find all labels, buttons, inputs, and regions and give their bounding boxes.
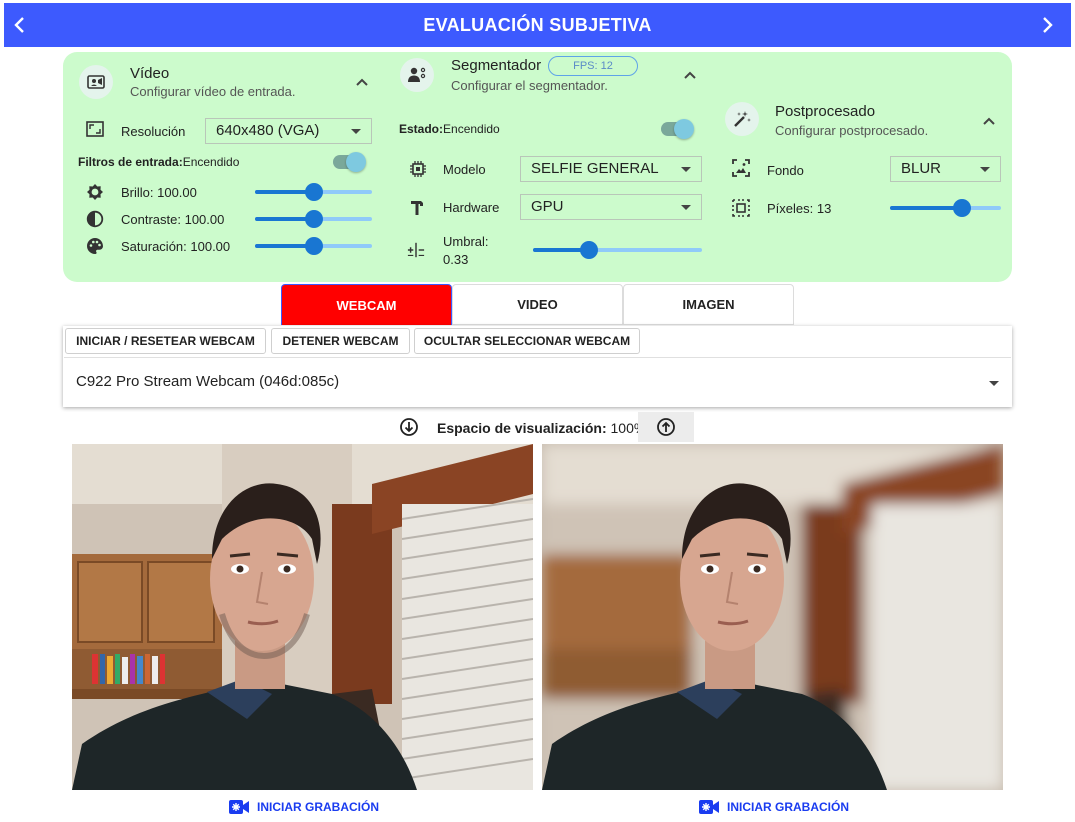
segmenter-icon xyxy=(400,58,434,92)
filters-status: Filtros de entrada:Encendido xyxy=(78,155,239,169)
start-recording-left-button[interactable]: INICIAR GRABACIÓN xyxy=(229,799,379,815)
dropdown-arrow-icon xyxy=(681,167,691,172)
model-value: SELFIE GENERAL xyxy=(531,160,659,177)
model-select[interactable]: SELFIE GENERAL xyxy=(520,156,702,182)
start-recording-right-label: INICIAR GRABACIÓN xyxy=(727,800,849,814)
dropdown-arrow-icon xyxy=(351,129,361,134)
pixels-label: Píxeles: 13 xyxy=(767,201,832,216)
config-panel: Vídeo Configurar vídeo de entrada. Resol… xyxy=(63,52,1012,282)
start-reset-webcam-button[interactable]: INICIAR / RESETEAR WEBCAM xyxy=(65,328,266,354)
segmenter-section-subtitle: Configurar el segmentador. xyxy=(451,78,608,93)
slider-thumb[interactable] xyxy=(304,210,323,228)
background-label: Fondo xyxy=(767,163,804,178)
hardware-select[interactable]: GPU xyxy=(520,194,702,220)
arrow-up-circle-icon xyxy=(657,418,675,436)
hide-select-webcam-button[interactable]: OCULTAR SELECCIONAR WEBCAM xyxy=(414,328,640,354)
pixels-slider[interactable] xyxy=(890,199,1001,217)
chevron-right-icon[interactable] xyxy=(1033,11,1061,39)
zoom-out-button[interactable] xyxy=(397,415,421,439)
dropdown-arrow-icon xyxy=(681,205,691,210)
segmenter-section-title: Segmentador xyxy=(451,57,542,74)
wallpaper-icon xyxy=(732,159,750,177)
tab-webcam[interactable]: WEBCAM xyxy=(281,284,452,325)
postprocess-section-subtitle: Configurar postprocesado. xyxy=(775,123,929,138)
status-value: Encendido xyxy=(443,122,500,136)
saturation-label: Saturación: 100.00 xyxy=(121,239,231,254)
palette-icon xyxy=(87,238,103,254)
toggle-knob xyxy=(346,152,366,172)
contrast-slider[interactable] xyxy=(255,210,372,228)
dropdown-arrow-icon xyxy=(980,167,990,172)
model-label: Modelo xyxy=(443,162,486,177)
filters-toggle[interactable] xyxy=(333,152,366,172)
slider-fill xyxy=(890,206,963,210)
status-label: Estado: xyxy=(399,122,444,136)
background-select[interactable]: BLUR xyxy=(890,156,1001,182)
brightness-label: Brillo: 100.00 xyxy=(121,185,197,200)
chevron-up-icon[interactable] xyxy=(682,67,698,83)
slider-thumb[interactable] xyxy=(579,241,598,259)
video-section-title: Vídeo xyxy=(130,65,170,82)
stop-webcam-button[interactable]: DETENER WEBCAM xyxy=(271,328,410,354)
magic-wand-icon xyxy=(725,102,759,136)
page-title: EVALUACIÓN SUBJETIVA xyxy=(423,14,652,35)
start-recording-right-button[interactable]: INICIAR GRABACIÓN xyxy=(699,799,849,815)
tab-imagen[interactable]: IMAGEN xyxy=(623,284,794,325)
contrast-label: Contraste: 100.00 xyxy=(121,212,225,227)
webcam-device-value: C922 Pro Stream Webcam (046d:085c) xyxy=(76,373,340,390)
video-section-subtitle: Configurar vídeo de entrada. xyxy=(130,84,296,99)
arrow-down-circle-icon xyxy=(400,418,418,436)
display-label: Espacio de visualización: xyxy=(437,420,607,436)
webcam-original-scene xyxy=(72,444,533,790)
chevron-left-icon[interactable] xyxy=(6,11,34,39)
threshold-icon xyxy=(407,242,425,258)
filters-label: Filtros de entrada: xyxy=(78,155,183,169)
chevron-up-icon[interactable] xyxy=(354,74,370,90)
slider-thumb[interactable] xyxy=(953,199,972,217)
display-zoom: Espacio de visualización: 100% xyxy=(63,412,1012,442)
video-record-icon xyxy=(699,800,719,814)
chevron-up-icon[interactable] xyxy=(981,113,997,129)
source-tabs: WEBCAM VIDEO IMAGEN xyxy=(63,283,1012,328)
webcam-panel: INICIAR / RESETEAR WEBCAM DETENER WEBCAM… xyxy=(63,326,1012,407)
hammer-icon xyxy=(411,201,423,215)
display-space-text: Espacio de visualización: 100% xyxy=(437,420,646,436)
saturation-slider[interactable] xyxy=(255,237,372,255)
slider-thumb[interactable] xyxy=(304,237,323,255)
fps-badge: FPS: 12 xyxy=(548,56,638,76)
aspect-ratio-icon xyxy=(86,121,104,137)
postprocess-section-title: Postprocesado xyxy=(775,103,876,120)
slider-thumb[interactable] xyxy=(304,183,323,201)
pixels-icon xyxy=(732,199,750,217)
brightness-icon xyxy=(87,184,103,200)
resolution-value: 640x480 (VGA) xyxy=(216,122,320,139)
video-record-icon xyxy=(229,800,249,814)
background-value: BLUR xyxy=(901,160,942,177)
webcam-original-image xyxy=(72,444,533,790)
webcam-processed-scene xyxy=(542,444,1003,790)
contrast-icon xyxy=(86,210,104,228)
hardware-label: Hardware xyxy=(443,200,500,215)
segmenter-toggle[interactable] xyxy=(661,119,694,139)
tab-video[interactable]: VIDEO xyxy=(452,284,623,325)
chip-icon xyxy=(410,161,426,177)
webcam-processed-image xyxy=(542,444,1003,790)
zoom-in-button[interactable] xyxy=(638,412,694,442)
segmenter-status: Estado:Encendido xyxy=(399,122,500,136)
threshold-label: Umbral: xyxy=(443,234,489,249)
filters-state: Encendido xyxy=(182,155,240,169)
threshold-slider[interactable] xyxy=(533,241,702,259)
webcam-device-select[interactable]: C922 Pro Stream Webcam (046d:085c) xyxy=(64,357,1011,406)
toggle-knob xyxy=(674,119,694,139)
video-camera-icon xyxy=(79,65,113,99)
app-header: EVALUACIÓN SUBJETIVA xyxy=(4,3,1071,47)
resolution-label: Resolución xyxy=(121,124,186,139)
start-recording-left-label: INICIAR GRABACIÓN xyxy=(257,800,379,814)
hardware-value: GPU xyxy=(531,198,564,215)
threshold-value: 0.33 xyxy=(443,252,469,267)
dropdown-arrow-icon xyxy=(989,381,999,386)
brightness-slider[interactable] xyxy=(255,183,372,201)
resolution-select[interactable]: 640x480 (VGA) xyxy=(205,118,372,144)
